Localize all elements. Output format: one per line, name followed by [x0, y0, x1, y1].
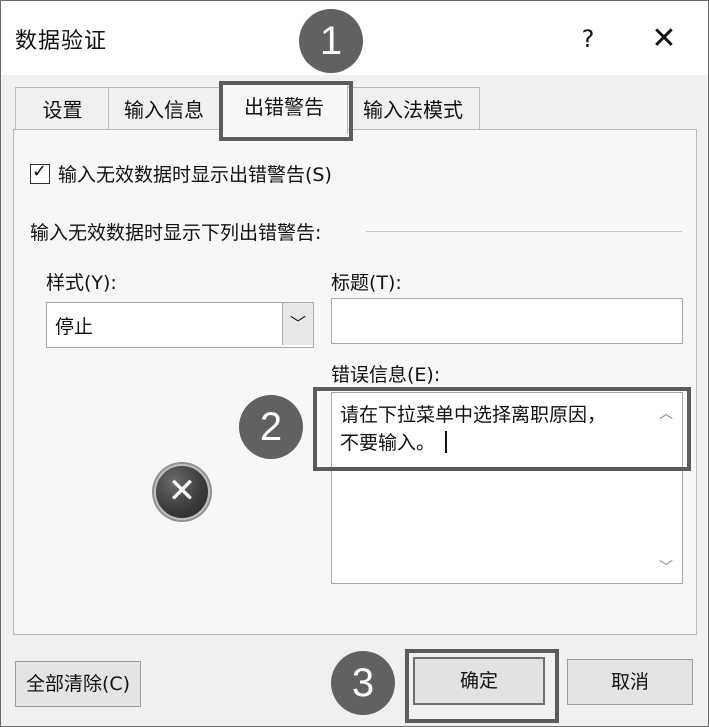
tab-input-message[interactable]: 输入信息 [108, 87, 220, 132]
ok-highlight-box [405, 649, 559, 723]
title-input[interactable] [331, 298, 683, 344]
show-error-alert-checkbox[interactable] [30, 161, 50, 184]
error-message-label: 错误信息(E): [331, 364, 441, 386]
close-button[interactable]: ✕ [644, 19, 684, 59]
style-select[interactable]: 停止 ﹀ [46, 302, 314, 348]
clear-all-button[interactable]: 全部清除(C) [15, 661, 141, 707]
style-select-value: 停止 [55, 316, 94, 338]
stop-error-icon: ✕ [154, 464, 210, 520]
tab-settings[interactable]: 设置 [15, 87, 110, 132]
dialog-title: 数据验证 [15, 29, 108, 54]
section-title: 输入无效数据时显示下列出错警告: [30, 222, 322, 244]
chevron-down-icon[interactable]: ﹀ [282, 303, 313, 345]
help-button[interactable]: ? [568, 19, 608, 59]
error-alert-panel: 输入无效数据时显示出错警告(S) 输入无效数据时显示下列出错警告: 样式(Y):… [13, 129, 697, 635]
cancel-button[interactable]: 取消 [567, 659, 693, 705]
callout-2: 2 [239, 395, 303, 459]
style-label: 样式(Y): [46, 272, 117, 294]
scroll-down-icon[interactable]: ﹀ [658, 557, 674, 576]
callout-3: 3 [331, 651, 395, 715]
callout-1: 1 [299, 9, 363, 73]
tab-highlight-box [219, 81, 353, 141]
show-error-alert-option[interactable]: 输入无效数据时显示出错警告(S) [30, 160, 332, 187]
message-highlight-box [313, 387, 691, 471]
section-divider [366, 231, 682, 232]
title-label: 标题(T): [331, 272, 402, 294]
data-validation-dialog: 数据验证 ? ✕ 设置 输入信息 出错警告 输入法模式 输入无效数据时显示出错警… [0, 0, 709, 727]
show-error-alert-label: 输入无效数据时显示出错警告(S) [58, 164, 332, 186]
tab-strip: 设置 输入信息 出错警告 输入法模式 [15, 81, 695, 134]
tab-ime-mode[interactable]: 输入法模式 [346, 87, 480, 132]
